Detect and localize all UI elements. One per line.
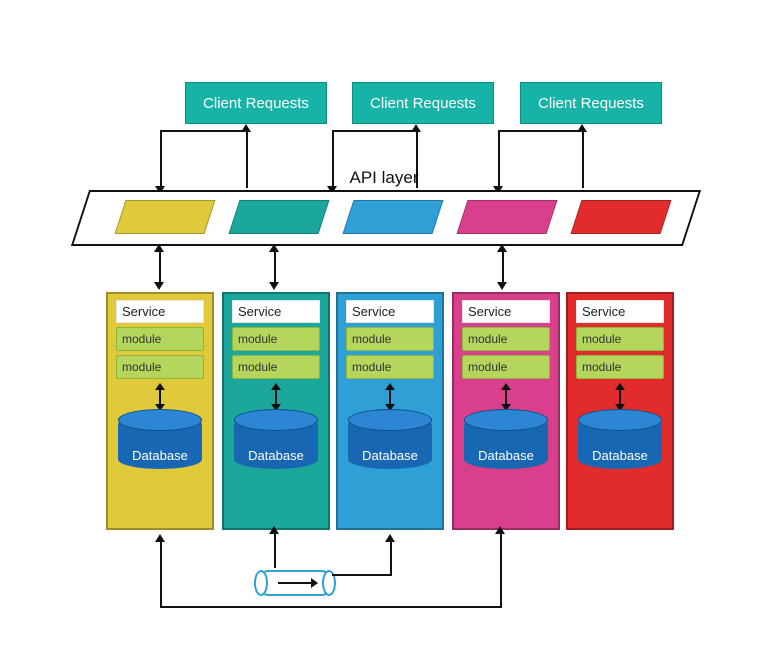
arrow-line: [274, 532, 276, 568]
arrow-head-down-icon: [154, 282, 164, 290]
database-icon: Database: [578, 415, 662, 469]
client-requests-box: Client Requests: [520, 82, 662, 124]
card-front: Service module module Database: [222, 292, 330, 530]
arrow-head-up-icon: [154, 244, 164, 252]
module-box: module: [116, 327, 204, 351]
arrow-head-up-icon: [495, 526, 505, 534]
arrow-line: [160, 540, 162, 608]
arrow-line: [332, 130, 416, 132]
database-label: Database: [578, 448, 662, 463]
arrow-line: [582, 130, 584, 188]
api-chip: [228, 200, 329, 234]
service-title: Service: [116, 300, 204, 323]
module-box: module: [346, 355, 434, 379]
database-icon: Database: [348, 415, 432, 469]
database-icon: Database: [464, 415, 548, 469]
client-label: Client Requests: [203, 95, 309, 112]
service-title: Service: [232, 300, 320, 323]
client-label: Client Requests: [370, 95, 476, 112]
arrow-head-up-icon: [155, 534, 165, 542]
double-arrow-icon: [383, 383, 397, 411]
double-arrow-icon: [613, 383, 627, 411]
module-box: module: [462, 355, 550, 379]
arrow-line: [160, 606, 500, 608]
module-box: module: [232, 355, 320, 379]
service-card: Service module module Database: [106, 292, 214, 530]
api-layer-label: API layer: [350, 168, 419, 188]
database-label: Database: [234, 448, 318, 463]
module-box: module: [232, 327, 320, 351]
module-box: module: [576, 355, 664, 379]
service-title: Service: [462, 300, 550, 323]
arrow-head-down-icon: [269, 282, 279, 290]
arrow-head-down-icon: [497, 282, 507, 290]
service-title: Service: [576, 300, 664, 323]
api-chip: [456, 200, 557, 234]
database-icon: Database: [234, 415, 318, 469]
arrow-line: [159, 250, 161, 284]
service-card: Service module module Database: [452, 292, 560, 530]
client-requests-box: Client Requests: [185, 82, 327, 124]
arrow-line: [332, 130, 334, 188]
arrow-line: [332, 574, 392, 576]
arrow-line: [502, 250, 504, 284]
card-front: Service module module Database: [336, 292, 444, 530]
arrow-line: [160, 130, 246, 132]
arrow-line: [160, 130, 162, 188]
arrow-line: [246, 130, 248, 188]
card-front: Service module module Database: [566, 292, 674, 530]
module-box: module: [116, 355, 204, 379]
arrow-head-up-icon: [385, 534, 395, 542]
arrow-head-up-icon: [269, 244, 279, 252]
arrow-head-up-icon: [269, 526, 279, 534]
client-label: Client Requests: [538, 95, 644, 112]
module-box: module: [576, 327, 664, 351]
double-arrow-icon: [153, 383, 167, 411]
api-chip: [570, 200, 671, 234]
database-label: Database: [464, 448, 548, 463]
double-arrow-icon: [499, 383, 513, 411]
service-title: Service: [346, 300, 434, 323]
api-chip: [342, 200, 443, 234]
arrow-line: [498, 130, 582, 132]
database-label: Database: [118, 448, 202, 463]
service-card: Service module module Database: [336, 292, 444, 530]
pipe-arrow-icon: [278, 582, 312, 584]
double-arrow-icon: [269, 383, 283, 411]
client-requests-box: Client Requests: [352, 82, 494, 124]
pipe-cap: [254, 570, 268, 596]
arrow-head-up-icon: [497, 244, 507, 252]
arrow-line: [500, 532, 502, 608]
arrow-line: [390, 540, 392, 576]
message-pipe-icon: [258, 570, 332, 596]
module-box: module: [346, 327, 434, 351]
card-front: Service module module Database: [452, 292, 560, 530]
api-chip: [114, 200, 215, 234]
database-label: Database: [348, 448, 432, 463]
arrow-line: [498, 130, 500, 188]
module-box: module: [462, 327, 550, 351]
arrow-line: [274, 250, 276, 284]
service-card: Service module module Database: [222, 292, 330, 530]
card-front: Service module module Database: [106, 292, 214, 530]
service-card: Service module module Database: [566, 292, 674, 530]
database-icon: Database: [118, 415, 202, 469]
